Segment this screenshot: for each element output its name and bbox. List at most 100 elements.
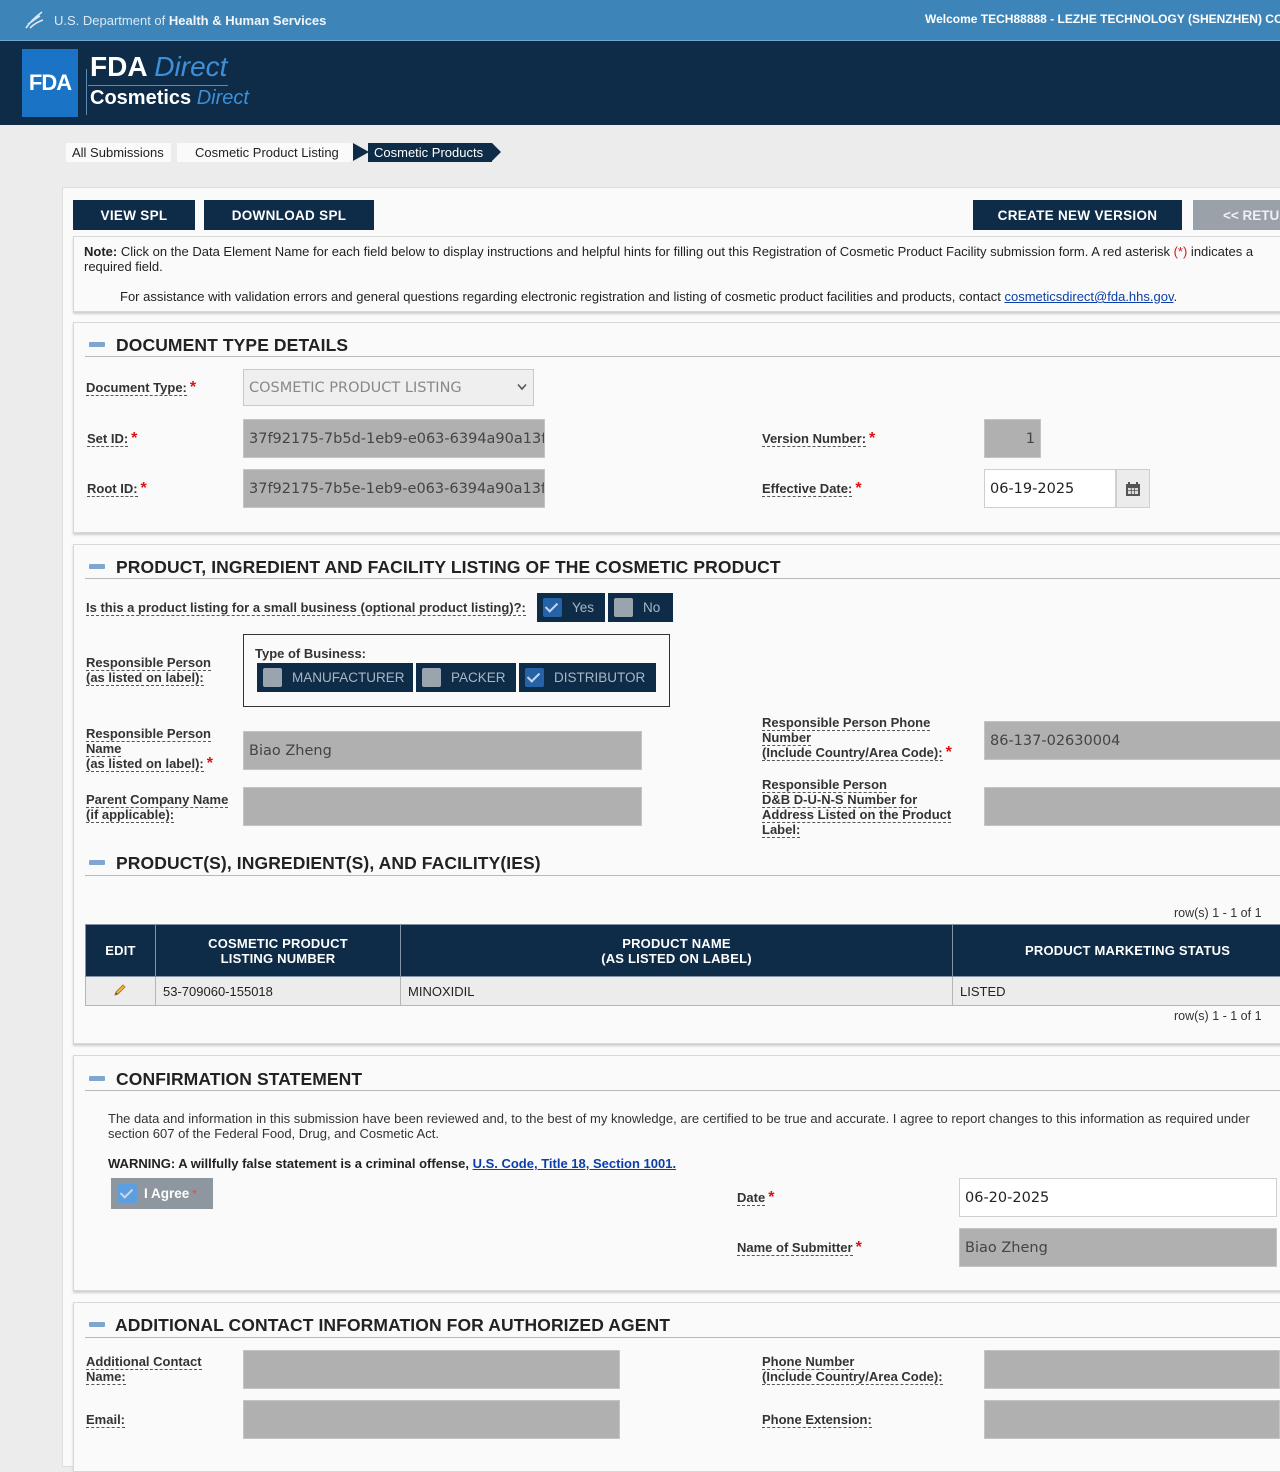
section-title: DOCUMENT TYPE DETAILS — [116, 335, 348, 356]
brand-divider — [86, 69, 87, 115]
chevron-down-icon — [517, 383, 527, 391]
hhs-top-bar: U.S. Department of Health & Human Servic… — [0, 0, 1280, 40]
packer-toggle[interactable]: PACKER — [416, 663, 516, 692]
section-title: ADDITIONAL CONTACT INFORMATION FOR AUTHO… — [115, 1315, 670, 1336]
email-field[interactable] — [243, 1400, 620, 1439]
effective-date-label[interactable]: Effective Date:* — [762, 481, 862, 496]
section-title: PRODUCT(S), INGREDIENT(S), AND FACILITY(… — [116, 853, 541, 874]
breadcrumb-all-submissions[interactable]: All Submissions — [66, 143, 171, 162]
distributor-toggle[interactable]: DISTRIBUTOR — [519, 663, 656, 692]
welcome-user-text: Welcome TECH88888 - LEZHE TECHNOLOGY (SH… — [925, 12, 1280, 26]
phone-number-label[interactable]: Phone Number(Include Country/Area Code): — [762, 1354, 943, 1384]
set-id-field[interactable]: 37f92175-7b5d-1eb9-e063-6394a90a13f8 — [243, 419, 545, 458]
section-title: PRODUCT, INGREDIENT AND FACILITY LISTING… — [116, 557, 781, 578]
column-header-listing-number[interactable]: COSMETIC PRODUCTLISTING NUMBER — [156, 925, 401, 977]
section-divider — [85, 356, 1280, 357]
fda-logo-badge[interactable]: FDA — [22, 49, 78, 117]
checkbox-checked-icon — [525, 668, 544, 687]
manufacturer-toggle[interactable]: MANUFACTURER — [257, 663, 413, 692]
confirmation-date-input[interactable]: 06-20-2025 — [959, 1178, 1277, 1217]
brand-rule — [88, 85, 228, 86]
i-agree-checkbox[interactable]: I Agree* — [111, 1178, 213, 1209]
calendar-icon — [1125, 481, 1141, 497]
create-new-version-button[interactable]: CREATE NEW VERSION — [973, 200, 1182, 230]
table-row[interactable]: 53-709060-155018 MINOXIDIL LISTED — [86, 977, 1280, 1006]
additional-contact-name-field[interactable] — [243, 1350, 620, 1389]
responsible-person-label[interactable]: Responsible Person(as listed on label): — [86, 655, 211, 685]
type-of-business-label: Type of Business: — [255, 646, 366, 661]
collapse-icon[interactable] — [89, 564, 105, 569]
section-title: CONFIRMATION STATEMENT — [116, 1069, 362, 1090]
checkbox-empty-icon — [263, 668, 282, 687]
responsible-person-name-field[interactable]: Biao Zheng — [243, 731, 642, 770]
cosmetics-direct-logo[interactable]: Cosmetics Direct — [90, 87, 249, 110]
checkbox-checked-icon — [543, 598, 562, 617]
parent-company-label[interactable]: Parent Company Name(if applicable): — [86, 792, 228, 822]
column-header-marketing-status[interactable]: PRODUCT MARKETING STATUS — [953, 925, 1280, 977]
breadcrumb-separator — [353, 143, 369, 161]
email-label[interactable]: Email: — [86, 1412, 125, 1427]
confirmation-statement-text: The data and information in this submiss… — [108, 1111, 1273, 1141]
name-of-submitter-label[interactable]: Name of Submitter* — [737, 1240, 862, 1255]
rows-info-top: row(s) 1 - 1 of 1 — [1174, 906, 1262, 920]
section-divider — [85, 1337, 1280, 1338]
date-label[interactable]: Date* — [737, 1190, 774, 1205]
return-button[interactable]: << RETU — [1193, 200, 1280, 230]
marketing-status-cell: LISTED — [953, 977, 1280, 1006]
responsible-person-name-label[interactable]: Responsible PersonName(as listed on labe… — [86, 726, 213, 771]
set-id-label[interactable]: Set ID:* — [87, 431, 137, 446]
checkbox-empty-icon — [614, 598, 633, 617]
edit-cell[interactable] — [86, 977, 156, 1006]
breadcrumb-cosmetic-products[interactable]: Cosmetic Products — [368, 143, 492, 162]
warning-text: WARNING: A willfully false statement is … — [108, 1156, 676, 1171]
document-type-label[interactable]: Document Type:* — [86, 380, 196, 395]
name-of-submitter-field[interactable]: Biao Zheng — [959, 1228, 1277, 1267]
effective-date-input[interactable]: 06-19-2025 — [984, 469, 1116, 508]
checkbox-empty-icon — [422, 668, 441, 687]
phone-number-field[interactable] — [984, 1350, 1280, 1389]
hhs-eagle-icon — [22, 8, 46, 32]
column-header-product-name[interactable]: PRODUCT NAME(AS LISTED ON LABEL) — [401, 925, 953, 977]
download-spl-button[interactable]: DOWNLOAD SPL — [204, 200, 374, 230]
hhs-agency-name[interactable]: U.S. Department of Health & Human Servic… — [54, 13, 326, 28]
small-business-yes-toggle[interactable]: Yes — [537, 593, 605, 622]
section-divider — [85, 875, 1280, 876]
fda-direct-logo[interactable]: FDA Direct — [90, 51, 227, 83]
pencil-edit-icon[interactable] — [113, 983, 127, 997]
assistance-text: For assistance with validation errors an… — [120, 289, 1177, 304]
collapse-icon[interactable] — [89, 860, 105, 865]
root-id-label[interactable]: Root ID:* — [87, 481, 147, 496]
responsible-person-phone-label[interactable]: Responsible Person PhoneNumber(Include C… — [762, 715, 952, 760]
document-type-select[interactable]: COSMETIC PRODUCT LISTING — [243, 369, 534, 406]
products-table: EDIT COSMETIC PRODUCTLISTING NUMBER PROD… — [85, 924, 1280, 1006]
small-business-label[interactable]: Is this a product listing for a small bu… — [86, 600, 526, 615]
collapse-icon[interactable] — [89, 342, 105, 347]
collapse-icon[interactable] — [89, 1076, 105, 1081]
product-name-cell: MINOXIDIL — [401, 977, 953, 1006]
version-number-label[interactable]: Version Number:* — [762, 431, 875, 446]
responsible-person-phone-field[interactable]: 86-137-02630004 — [984, 721, 1280, 760]
fda-header: FDA FDA Direct Cosmetics Direct — [0, 40, 1280, 125]
parent-company-field[interactable] — [243, 787, 642, 826]
breadcrumb-end-arrow — [492, 143, 501, 161]
support-email-link[interactable]: cosmeticsdirect@fda.hhs.gov — [1004, 289, 1173, 304]
calendar-button[interactable] — [1116, 469, 1150, 508]
note-text: Note: Click on the Data Element Name for… — [84, 244, 1274, 274]
additional-contact-name-label[interactable]: Additional ContactName: — [86, 1354, 202, 1384]
breadcrumb-cosmetic-product-listing[interactable]: Cosmetic Product Listing — [177, 143, 351, 162]
phone-extension-field[interactable] — [984, 1400, 1280, 1439]
section-divider — [85, 578, 1280, 579]
us-code-link[interactable]: U.S. Code, Title 18, Section 1001. — [473, 1156, 677, 1171]
root-id-field[interactable]: 37f92175-7b5e-1eb9-e063-6394a90a13f8 — [243, 469, 545, 508]
column-header-edit[interactable]: EDIT — [86, 925, 156, 977]
duns-number-label[interactable]: Responsible PersonD&B D-U-N-S Number for… — [762, 777, 951, 837]
version-number-field[interactable]: 1 — [984, 419, 1041, 458]
duns-number-field[interactable] — [984, 787, 1280, 826]
section-divider — [85, 1090, 1280, 1091]
view-spl-button[interactable]: VIEW SPL — [73, 200, 195, 230]
collapse-icon[interactable] — [89, 1322, 105, 1327]
checkbox-checked-icon — [118, 1184, 137, 1203]
phone-extension-label[interactable]: Phone Extension: — [762, 1412, 872, 1427]
rows-info-bottom: row(s) 1 - 1 of 1 — [1174, 1009, 1262, 1023]
small-business-no-toggle[interactable]: No — [608, 593, 673, 622]
